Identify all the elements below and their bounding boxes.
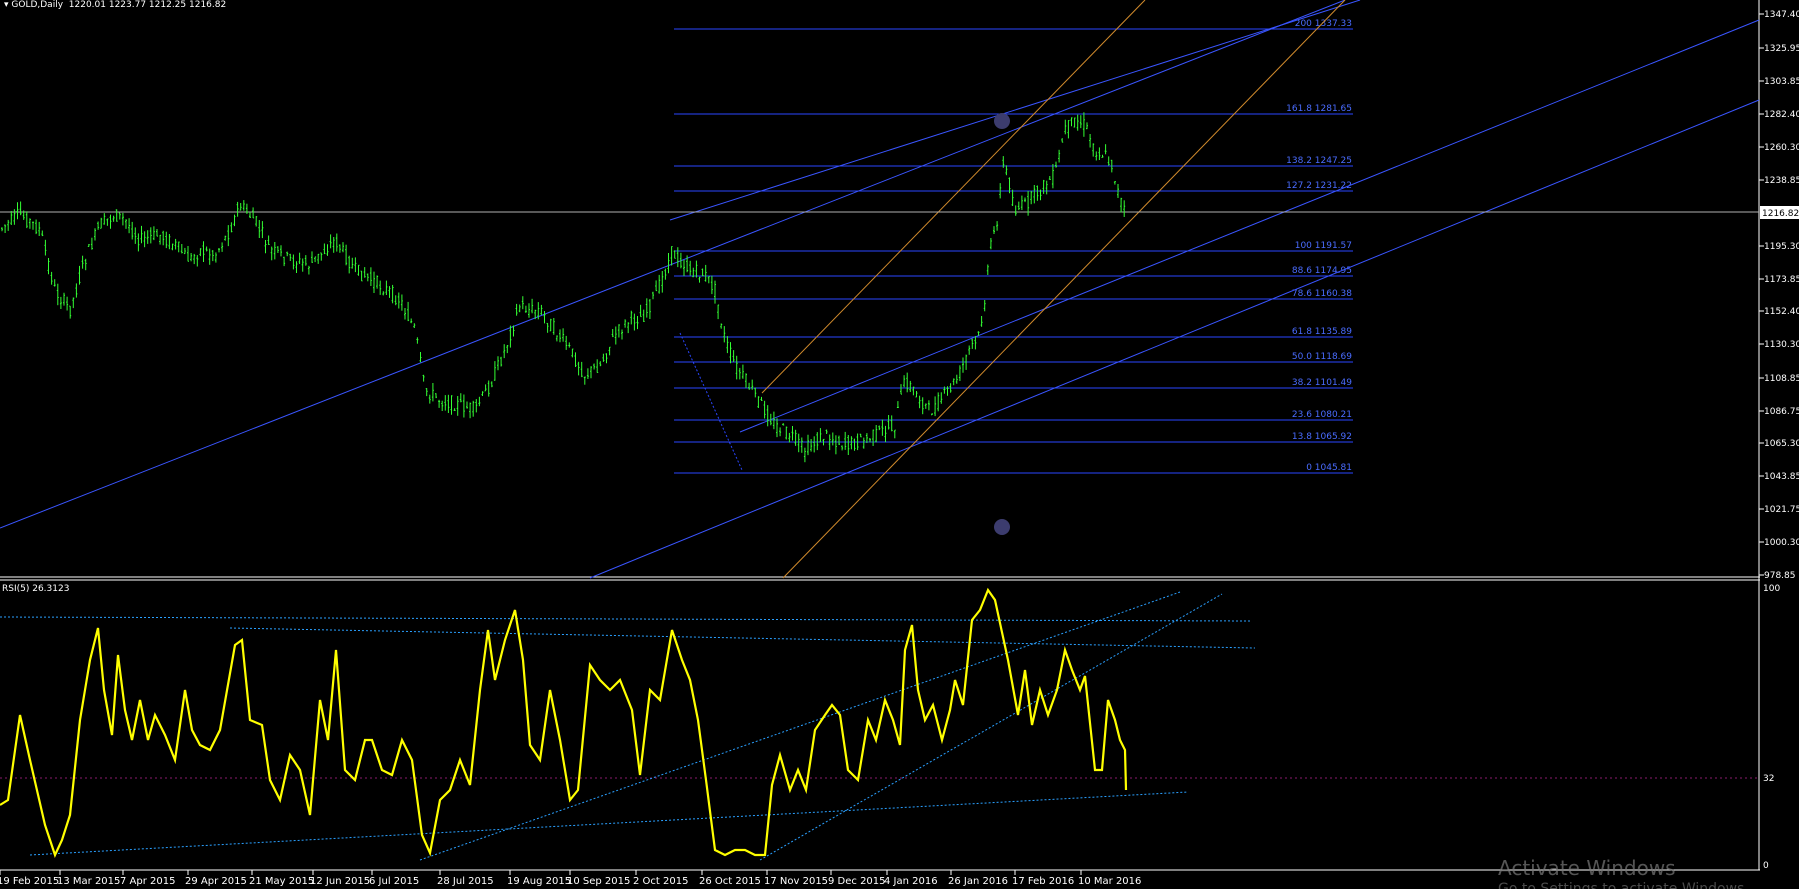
time-tick-label: 21 May 2015	[249, 876, 314, 887]
time-tick-label: 4 Jan 2016	[884, 876, 938, 887]
price-tick-label: 1325.95	[1764, 44, 1799, 54]
rsi-trend-lines[interactable]	[0, 591, 1256, 861]
price-candles	[1, 112, 1126, 463]
price-tick-label: 1130.30	[1764, 340, 1799, 350]
price-tick-label: 1108.85	[1764, 374, 1799, 384]
rsi-tick-label: 32	[1763, 774, 1774, 784]
time-tick-label: 6 Jul 2015	[369, 876, 419, 887]
price-tick-label: 1238.85	[1764, 176, 1799, 186]
watermark-title: Activate Windows	[1498, 856, 1676, 880]
price-tick-label: 1043.85	[1764, 472, 1799, 482]
ohlc-values: 1220.01 1223.77 1212.25 1216.82	[68, 0, 227, 10]
channel-upper-line[interactable]	[761, 0, 1146, 394]
channel-lower-line[interactable]	[782, 0, 1346, 579]
time-tick-label: 7 Apr 2015	[120, 876, 175, 887]
time-tick-label: 19 Aug 2015	[507, 876, 571, 887]
chart-canvas[interactable]: 200 1337.33 161.8 1281.65 138.2 1247.25 127…	[0, 0, 1799, 889]
rsi-trend-rising-2[interactable]	[759, 593, 1223, 861]
time-tick-label: 2 Oct 2015	[633, 876, 688, 887]
time-tick-label: 12 Jun 2015	[310, 876, 370, 887]
price-tick-label: 1173.85	[1764, 275, 1799, 285]
rsi-axis: 100 32 0	[1763, 584, 1780, 871]
time-tick-label: 26 Jan 2016	[948, 876, 1008, 887]
time-tick-label: 17 Nov 2015	[764, 876, 828, 887]
price-tick-label: 1282.40	[1764, 110, 1799, 120]
price-tick-label: 1065.30	[1764, 439, 1799, 449]
rsi-trend-top-1[interactable]	[0, 616, 1251, 622]
trend-lines[interactable]	[0, 0, 1760, 579]
watermark-subtitle: Go to Settings to activate Windows.	[1498, 881, 1749, 889]
fib-level-label: 138.2 1247.25	[1286, 156, 1352, 166]
anchor-handle-top[interactable]	[994, 113, 1010, 129]
time-tick-label: 9 Dec 2015	[828, 876, 886, 887]
rsi-trend-rising-1[interactable]	[419, 591, 1181, 861]
time-tick-label: 29 Apr 2015	[185, 876, 247, 887]
rsi-label: RSI(5) 26.3123	[2, 584, 70, 594]
anchor-handle-bottom[interactable]	[994, 519, 1010, 535]
price-tick-label: 1303.85	[1764, 77, 1799, 87]
price-tick-label: 1347.40	[1764, 10, 1799, 20]
price-axis: 1347.40 1325.95 1303.85 1282.40 1260.30 1238.…	[1759, 10, 1799, 581]
symbol-name: GOLD,Daily	[11, 0, 64, 10]
time-tick-label: 13 Mar 2015	[57, 876, 120, 887]
fib-level-label: 127.2 1231.22	[1286, 181, 1352, 191]
trend-line-4[interactable]	[589, 99, 1760, 579]
time-tick-label: 17 Feb 2016	[1012, 876, 1074, 887]
rsi-trend-bottom[interactable]	[29, 791, 1189, 856]
rsi-line	[0, 587, 1128, 858]
time-tick-label: 10 Sep 2015	[567, 876, 630, 887]
price-channel[interactable]	[761, 0, 1346, 579]
time-tick-label: 10 Mar 2016	[1078, 876, 1141, 887]
dashed-trend-line[interactable]	[679, 332, 743, 471]
current-price-value: 1216.82	[1762, 209, 1799, 219]
price-tick-label: 1195.30	[1764, 242, 1799, 252]
fib-level-label: 100 1191.57	[1295, 241, 1352, 251]
time-axis: 19 Feb 201513 Mar 2015 7 Apr 2015 29 Apr 2…	[0, 870, 1141, 887]
fib-level-label: 78.6 1160.38	[1292, 289, 1352, 299]
time-tick-label: 28 Jul 2015	[437, 876, 494, 887]
fib-level-label: 200 1337.33	[1295, 19, 1352, 29]
fib-level-label: 50.0 1118.69	[1292, 352, 1352, 362]
price-tick-label: 1000.30	[1764, 538, 1799, 548]
fib-level-label: 88.6 1174.95	[1292, 266, 1352, 276]
time-tick-label: 19 Feb 2015	[0, 876, 59, 887]
fib-level-label: 161.8 1281.65	[1286, 104, 1352, 114]
price-tick-label: 978.85	[1764, 571, 1796, 581]
fib-level-label: 13.8 1065.92	[1292, 432, 1352, 442]
symbol-header[interactable]: ▾ GOLD,Daily 1220.01 1223.77 1212.25 121…	[4, 0, 226, 10]
fib-level-label: 23.6 1080.21	[1292, 410, 1352, 420]
price-tick-label: 1086.75	[1764, 407, 1799, 417]
trend-line-3[interactable]	[739, 19, 1760, 433]
fib-level-label: 0 1045.81	[1306, 463, 1352, 473]
rsi-tick-label: 100	[1763, 584, 1780, 594]
price-tick-label: 1021.75	[1764, 505, 1799, 515]
time-tick-label: 26 Oct 2015	[699, 876, 761, 887]
price-tick-label: 1152.40	[1764, 307, 1799, 317]
rsi-tick-label: 0	[1763, 861, 1769, 871]
trend-line-1[interactable]	[0, 0, 1346, 529]
fib-level-label: 38.2 1101.49	[1292, 378, 1352, 388]
rsi-trend-top-2[interactable]	[229, 627, 1256, 649]
trend-line-2[interactable]	[669, 0, 1361, 221]
price-tick-label: 1260.30	[1764, 143, 1799, 153]
fib-level-label: 61.8 1135.89	[1292, 327, 1352, 337]
